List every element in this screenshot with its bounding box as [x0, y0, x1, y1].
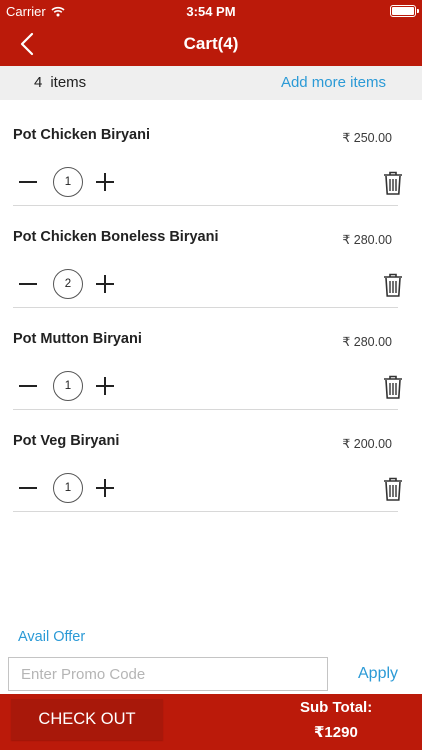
checkout-button[interactable]: CHECK OUT: [11, 699, 163, 740]
promo-code-input[interactable]: [8, 657, 328, 691]
decrease-quantity-button[interactable]: [18, 478, 38, 498]
item-divider: [13, 511, 398, 512]
item-price: ₹ 280.00: [342, 233, 392, 247]
item-name: Pot Chicken Boneless Biryani: [13, 229, 219, 245]
quantity-value: 1: [53, 167, 83, 197]
item-name: Pot Chicken Biryani: [13, 127, 150, 143]
quantity-value: 1: [53, 371, 83, 401]
nav-bar: Cart(4): [0, 22, 422, 66]
app-header: Carrier 3:54 PM Cart(4): [0, 0, 422, 66]
status-bar: Carrier 3:54 PM: [0, 0, 422, 22]
increase-quantity-button[interactable]: [95, 274, 115, 294]
trash-icon[interactable]: [381, 272, 405, 298]
apply-promo-button[interactable]: Apply: [358, 665, 398, 683]
status-time: 3:54 PM: [186, 4, 236, 19]
cart-item: Pot Veg Biryani ₹ 200.00 1: [0, 406, 422, 512]
battery-icon: [390, 5, 419, 17]
increase-quantity-button[interactable]: [95, 376, 115, 396]
quantity-value: 2: [53, 269, 83, 299]
decrease-quantity-button[interactable]: [18, 274, 38, 294]
item-price: ₹ 280.00: [342, 335, 392, 349]
page-title: Cart(4): [183, 34, 239, 53]
cart-item: Pot Chicken Biryani ₹ 250.00 1: [0, 100, 422, 206]
increase-quantity-button[interactable]: [95, 172, 115, 192]
increase-quantity-button[interactable]: [95, 478, 115, 498]
subtotal-label: Sub Total:: [300, 699, 373, 716]
cart-item: Pot Mutton Biryani ₹ 280.00 1: [0, 304, 422, 410]
cart-item: Pot Chicken Boneless Biryani ₹ 280.00 2: [0, 202, 422, 308]
decrease-quantity-button[interactable]: [18, 172, 38, 192]
decrease-quantity-button[interactable]: [18, 376, 38, 396]
add-more-items-link[interactable]: Add more items: [281, 74, 386, 91]
checkout-footer: CHECK OUT Sub Total: ₹1290: [0, 694, 422, 750]
item-count-number: 4: [34, 74, 43, 91]
item-price: ₹ 250.00: [342, 131, 392, 145]
item-name: Pot Veg Biryani: [13, 433, 120, 449]
item-name: Pot Mutton Biryani: [13, 331, 142, 347]
item-count-label: items: [50, 74, 87, 91]
avail-offer-link[interactable]: Avail Offer: [18, 629, 85, 645]
item-count: 4 items: [34, 74, 86, 91]
cart-summary-bar: 4 items Add more items: [0, 66, 422, 100]
trash-icon[interactable]: [381, 170, 405, 196]
trash-icon[interactable]: [381, 476, 405, 502]
quantity-value: 1: [53, 473, 83, 503]
subtotal-value: ₹1290: [314, 724, 358, 741]
trash-icon[interactable]: [381, 374, 405, 400]
item-price: ₹ 200.00: [342, 437, 392, 451]
